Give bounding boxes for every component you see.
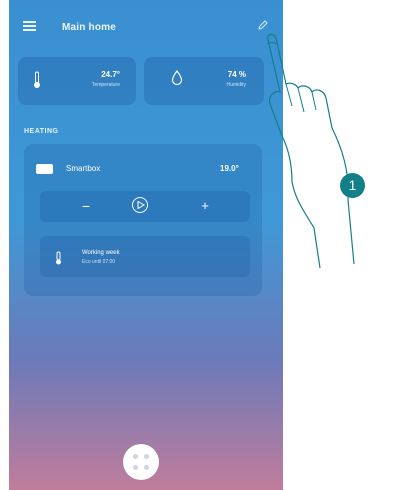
thermometer-icon: [34, 71, 40, 88]
room-temperature: 19.0°: [220, 164, 239, 173]
thermostat-mode-icon: [56, 251, 61, 265]
mode-title: Working week: [82, 250, 120, 256]
top-bar: Main home: [9, 10, 283, 40]
apps-grid-icon: [133, 454, 138, 459]
apps-grid-dot: [133, 465, 138, 470]
increase-button[interactable]: +: [195, 199, 215, 213]
humidity-label: Humidity: [226, 82, 246, 88]
water-drop-icon: [171, 70, 183, 86]
humidity-value: 74 %: [227, 70, 246, 79]
hamburger-menu-icon[interactable]: [23, 21, 36, 31]
temperature-value: 24.7°: [101, 70, 120, 79]
mode-row[interactable]: [40, 236, 250, 277]
temperature-label: Temperature: [91, 82, 120, 88]
pointing-hand-icon: [266, 33, 355, 269]
play-button[interactable]: [132, 197, 148, 213]
apps-grid-dot: [144, 465, 149, 470]
mode-subtitle: Eco until 07:00: [82, 259, 116, 265]
room-name: Smartbox: [66, 164, 101, 173]
humidity-card[interactable]: [144, 57, 264, 105]
apps-grid-dot: [144, 454, 149, 459]
room-icon: [36, 164, 53, 174]
play-icon: [137, 201, 145, 209]
section-heading: HEATING: [24, 128, 59, 135]
page-title: Main home: [62, 22, 117, 33]
step-number-badge: 1: [340, 173, 365, 198]
apps-button[interactable]: [123, 444, 159, 480]
edit-pencil-icon[interactable]: [257, 19, 269, 31]
decrease-button[interactable]: −: [76, 199, 96, 213]
